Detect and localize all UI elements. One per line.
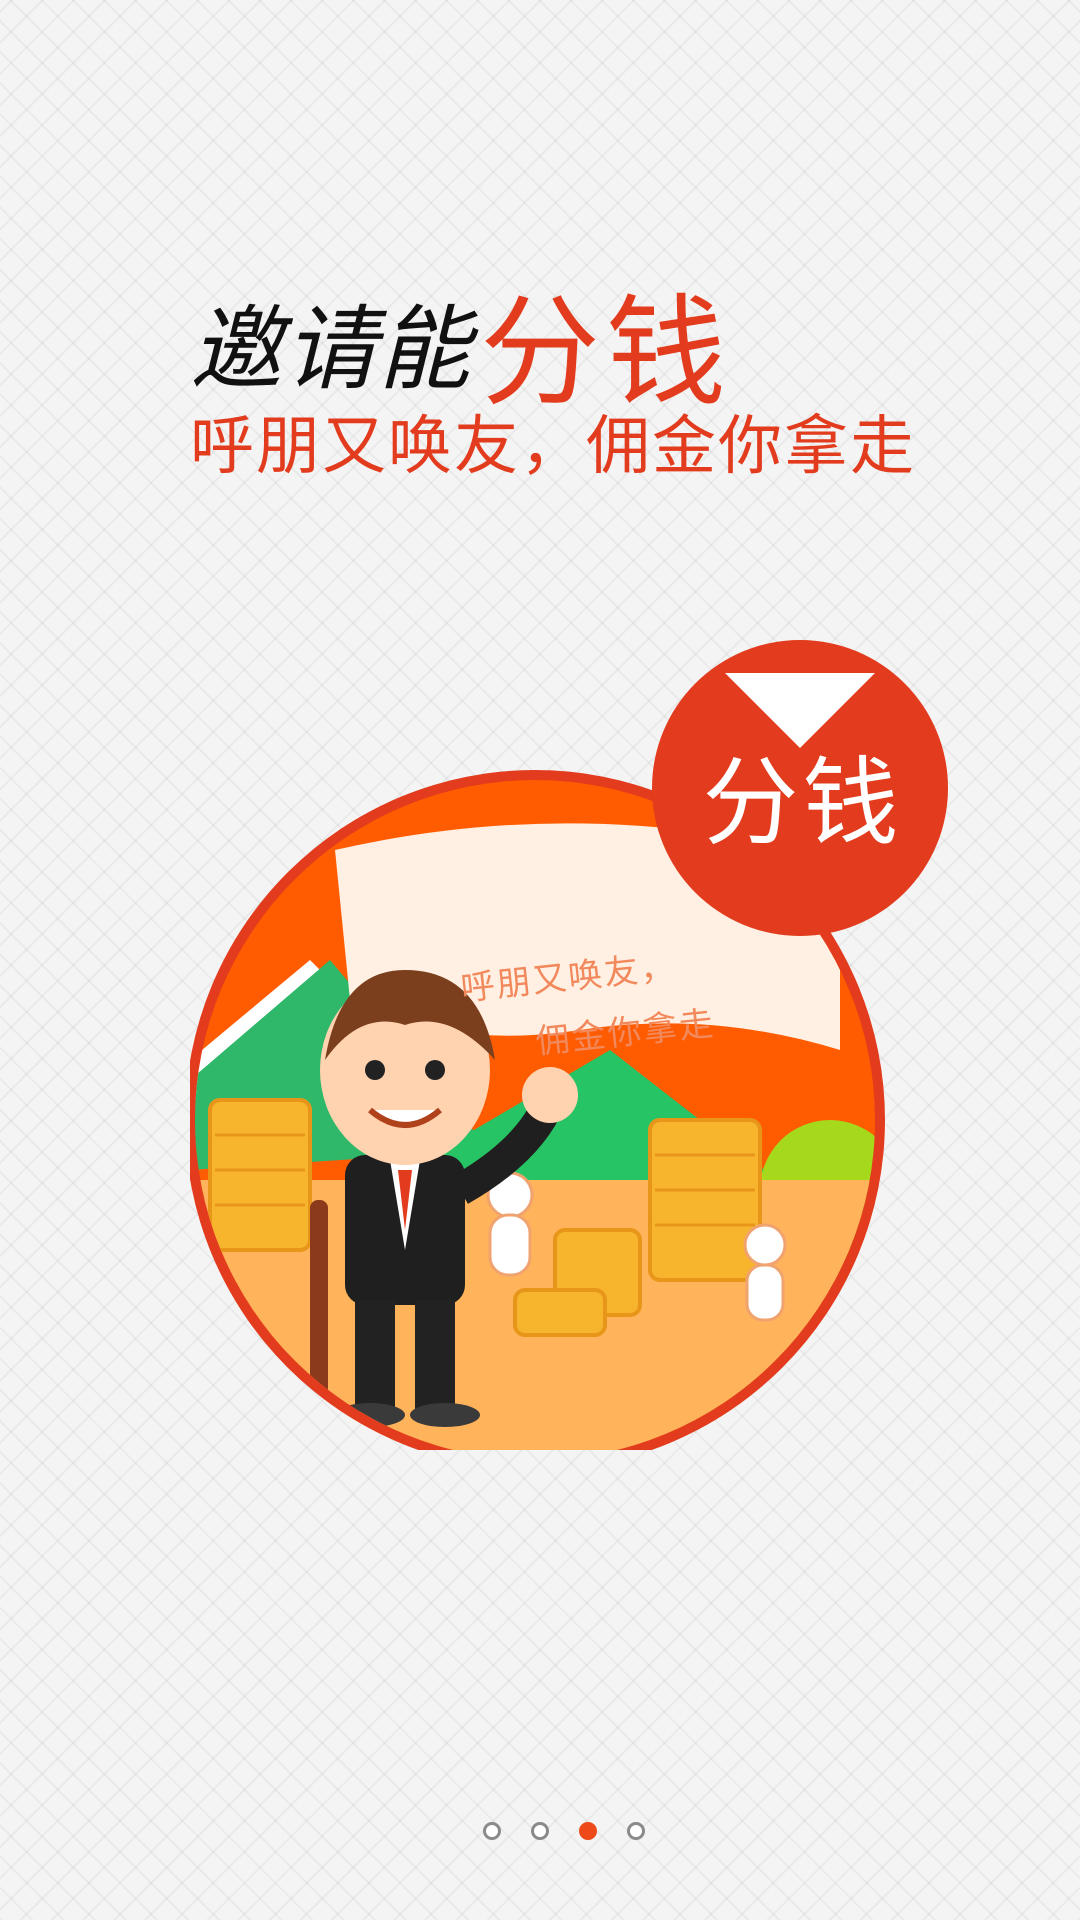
page-dot-4[interactable] xyxy=(627,1822,645,1840)
page-indicator xyxy=(0,1822,1080,1846)
headline: 邀请能 分钱 xyxy=(190,255,1050,423)
page-dot-2[interactable] xyxy=(531,1822,549,1840)
subline: 呼朋又唤友，佣金你拿走 xyxy=(190,410,916,484)
badge-text: 分钱 xyxy=(702,747,903,859)
headline-lead: 邀请能 xyxy=(190,296,473,403)
page-dot-3[interactable] xyxy=(579,1822,597,1840)
page-dot-1[interactable] xyxy=(483,1822,501,1840)
